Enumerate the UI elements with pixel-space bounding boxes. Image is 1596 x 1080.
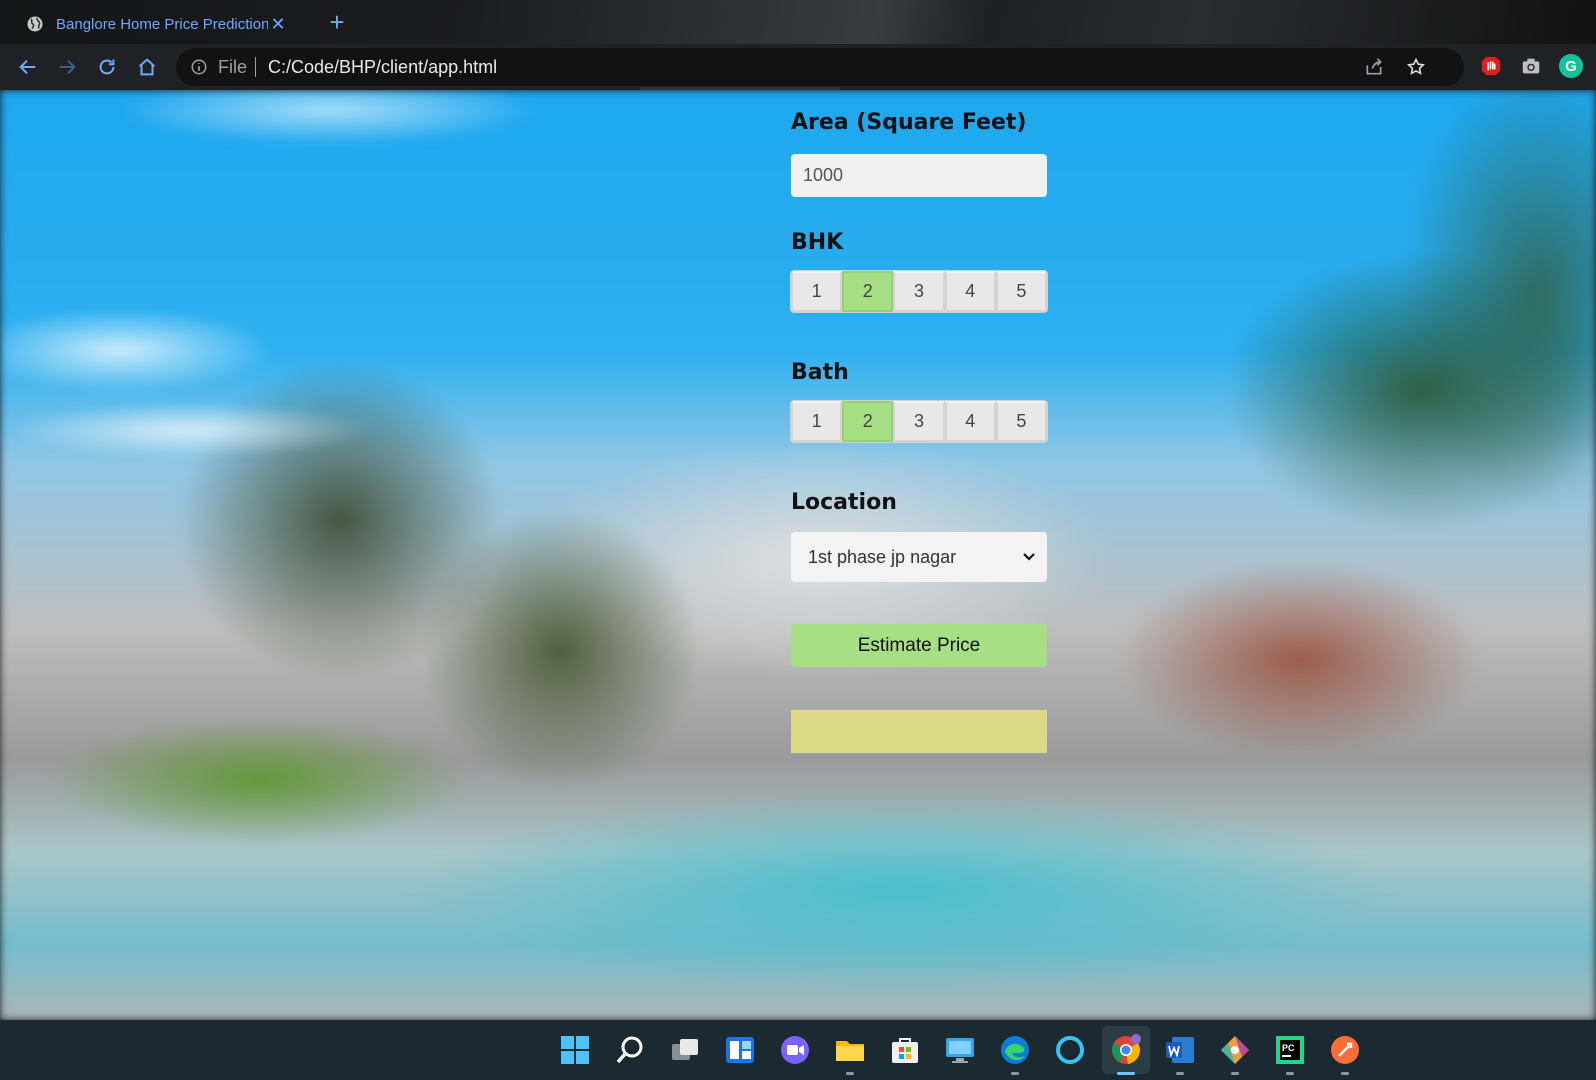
file-explorer-icon[interactable] [833, 1033, 867, 1067]
running-indicator [1341, 1072, 1349, 1075]
running-indicator [1286, 1072, 1294, 1075]
address-bar[interactable]: File C:/Code/BHP/client/app.html [176, 48, 1464, 86]
bath-option-5[interactable]: 5 [995, 401, 1047, 442]
area-label: Area (Square Feet) [791, 110, 1027, 135]
bhk-option-5[interactable]: 5 [995, 271, 1047, 312]
chevron-down-icon [1023, 553, 1035, 561]
chrome-icon[interactable] [1109, 1033, 1143, 1067]
home-icon[interactable] [133, 53, 161, 81]
browser-tab[interactable]: Banglore Home Price Prediction ✕ [10, 4, 300, 44]
running-indicator [1176, 1072, 1184, 1075]
cortana-icon[interactable] [1053, 1033, 1087, 1067]
tab-title: Banglore Home Price Prediction [56, 15, 268, 33]
share-icon[interactable] [1364, 57, 1384, 77]
location-select[interactable]: 1st phase jp nagar [791, 532, 1047, 582]
globe-icon [27, 16, 43, 32]
bhk-selector: 1 2 3 4 5 [791, 271, 1047, 312]
bath-selector: 1 2 3 4 5 [791, 401, 1047, 442]
location-selected-value: 1st phase jp nagar [808, 546, 957, 567]
bookmark-star-icon[interactable] [1406, 57, 1426, 77]
widgets-icon[interactable] [723, 1033, 757, 1067]
url-scheme-label: File [218, 56, 248, 77]
area-input[interactable] [791, 154, 1047, 197]
estimate-price-button[interactable]: Estimate Price [791, 624, 1047, 667]
teams-chat-icon[interactable] [778, 1033, 812, 1067]
git-icon[interactable] [1218, 1033, 1252, 1067]
info-icon[interactable] [190, 58, 208, 76]
bath-option-4[interactable]: 4 [944, 401, 996, 442]
camera-icon[interactable] [1519, 54, 1543, 78]
running-indicator [1011, 1072, 1019, 1075]
page-viewport: Area (Square Feet) BHK 1 2 3 4 5 Bath 1 … [0, 90, 1596, 1020]
bath-option-1[interactable]: 1 [791, 401, 843, 442]
url-separator [255, 57, 257, 77]
grammarly-icon[interactable]: G [1559, 54, 1583, 78]
active-app-indicator [1117, 1072, 1135, 1075]
forward-arrow-icon[interactable] [53, 53, 81, 81]
remote-desktop-icon[interactable] [943, 1033, 977, 1067]
bhk-option-4[interactable]: 4 [944, 271, 996, 312]
estimated-price-result [791, 710, 1047, 753]
back-arrow-icon[interactable] [14, 53, 42, 81]
bhk-option-2[interactable]: 2 [842, 271, 894, 312]
windows-start-icon[interactable] [558, 1033, 592, 1067]
close-tab-icon[interactable]: ✕ [268, 14, 288, 35]
word-icon[interactable] [1163, 1033, 1197, 1067]
bhk-option-1[interactable]: 1 [791, 271, 843, 312]
new-tab-button[interactable]: + [322, 8, 352, 38]
bath-option-3[interactable]: 3 [893, 401, 945, 442]
bath-option-2[interactable]: 2 [842, 401, 894, 442]
task-view-icon[interactable] [668, 1033, 702, 1067]
bhk-option-3[interactable]: 3 [893, 271, 945, 312]
bath-label: Bath [791, 360, 849, 385]
edge-icon[interactable] [998, 1033, 1032, 1067]
browser-toolbar: File C:/Code/BHP/client/app.html G [0, 44, 1596, 90]
pycharm-icon[interactable]: PC [1273, 1033, 1307, 1067]
windows-taskbar: PC [0, 1020, 1596, 1080]
search-icon[interactable] [613, 1033, 647, 1067]
running-indicator [1231, 1072, 1239, 1075]
postman-icon[interactable] [1328, 1033, 1362, 1067]
bhk-label: BHK [791, 230, 844, 255]
adblock-hand-icon[interactable] [1479, 54, 1503, 78]
browser-tab-strip: Banglore Home Price Prediction ✕ + [0, 0, 1596, 44]
running-indicator [846, 1072, 854, 1075]
svg-text:PC: PC [1282, 1043, 1295, 1053]
url-text[interactable]: C:/Code/BHP/client/app.html [268, 57, 497, 78]
reload-icon[interactable] [93, 53, 121, 81]
location-label: Location [791, 490, 897, 515]
microsoft-store-icon[interactable] [888, 1033, 922, 1067]
